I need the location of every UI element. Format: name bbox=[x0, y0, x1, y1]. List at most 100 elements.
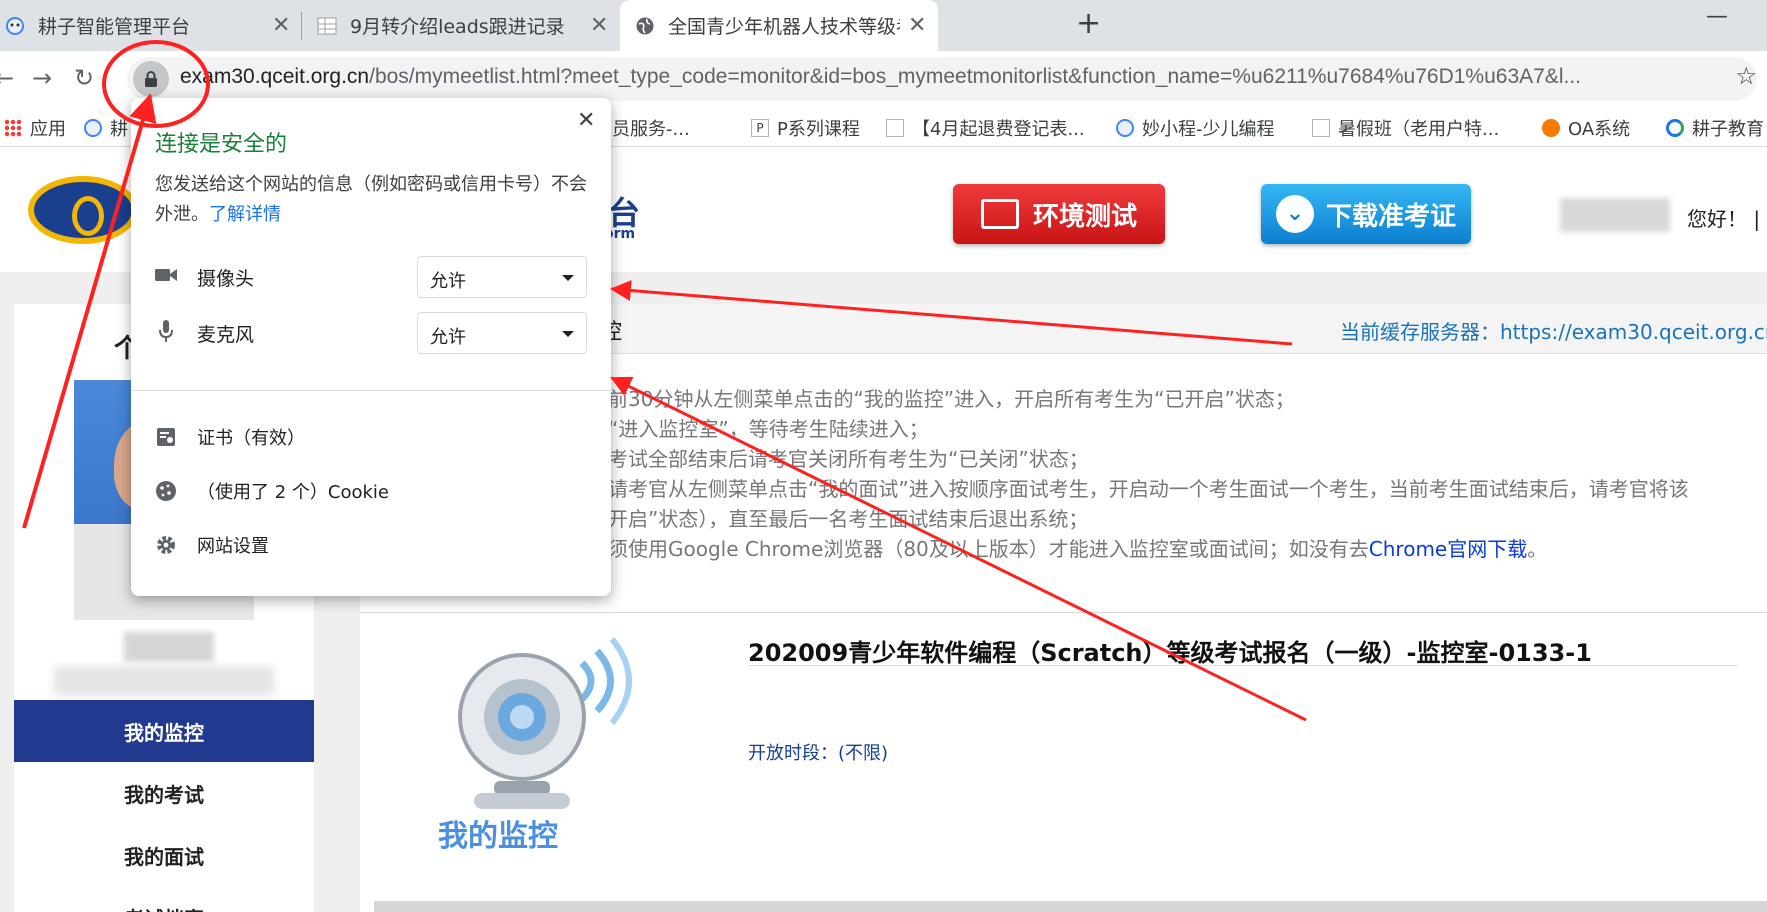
connection-description: 您发送给这个网站的信息（例如密码或信用卡号）不会外泄。了解详情 bbox=[155, 170, 595, 230]
new-tab-button[interactable]: + bbox=[1076, 6, 1101, 41]
download-admission-button[interactable]: ⌄ 下载准考证 bbox=[1261, 184, 1471, 244]
close-icon[interactable]: ✕ bbox=[908, 13, 926, 38]
sidebar-item-label: 我的监控 bbox=[124, 720, 204, 745]
tab-exam-active[interactable]: 全国青少年机器人技术等级考试官 ✕ bbox=[620, 0, 938, 51]
close-icon[interactable]: ✕ bbox=[272, 13, 290, 38]
bookmark-star-icon[interactable]: ☆ bbox=[1735, 62, 1757, 90]
sidebar-item-my-interview[interactable]: 我的面试 bbox=[14, 824, 314, 886]
instruction-line: 开启”状态），直至最后一名考生面试结束后退出系统； bbox=[608, 507, 1089, 531]
room-title[interactable]: 202009青少年软件编程（Scratch）等级考试报名（一级）-监控室-013… bbox=[748, 633, 1592, 668]
monitor-room-card[interactable]: 我的监控 202009青少年软件编程（Scratch）等级考试报名（一级）-监控… bbox=[360, 612, 1767, 912]
cookies-item[interactable]: （使用了 2 个）Cookie bbox=[155, 478, 389, 504]
tab-leads[interactable]: 9月转介绍leads跟进记录 ✕ bbox=[316, 0, 616, 51]
certificate-label: 证书（有效） bbox=[197, 428, 305, 449]
camera-icon bbox=[155, 264, 177, 286]
microphone-icon bbox=[155, 320, 177, 342]
instruction-text: 须使用Google Chrome浏览器（80及以上版本）才能进入监控室或面试间；… bbox=[608, 537, 1369, 561]
tab-title: 耕子智能管理平台 bbox=[38, 16, 191, 38]
apps-icon bbox=[4, 119, 22, 137]
back-arrow-icon[interactable]: ← bbox=[0, 64, 14, 92]
bookmark-oa[interactable]: OA系统 bbox=[1542, 115, 1630, 141]
cache-server-link[interactable]: 当前缓存服务器：https://exam30.qceit.org.cn bbox=[1340, 316, 1767, 345]
camera-label: 摄像头 bbox=[197, 268, 255, 290]
webcam-icon bbox=[458, 637, 632, 809]
sidebar-item-my-monitor[interactable]: 我的监控 bbox=[14, 700, 314, 762]
cookie-icon bbox=[155, 480, 177, 502]
info-redacted bbox=[54, 666, 274, 696]
instructions: 前30分钟从左侧菜单点击的“我的监控”进入，开启所有考生为“已开启”状态； “进… bbox=[608, 384, 1689, 564]
monitor-icon bbox=[980, 199, 1019, 229]
microphone-permission-select[interactable]: 允许 bbox=[417, 312, 587, 354]
p-icon: P bbox=[751, 119, 769, 137]
tab-title: 9月转介绍leads跟进记录 bbox=[350, 16, 565, 38]
greeting-text: 您好！ | bbox=[1687, 207, 1761, 231]
bookmark-label: 耕子教育 bbox=[1692, 119, 1764, 140]
bookmark-refund[interactable]: 【4月起退费登记表... bbox=[886, 115, 1085, 141]
webcam-caption: 我的监控 bbox=[438, 819, 558, 854]
select-value: 允许 bbox=[430, 271, 466, 292]
mascot-icon bbox=[1116, 119, 1134, 137]
sidebar-item-label: 我的面试 bbox=[124, 844, 204, 869]
chevron-down-icon: ⌄ bbox=[1275, 195, 1314, 233]
sidebar-item-exam-archive[interactable]: 考试档案 bbox=[14, 886, 314, 912]
tab-gengzi[interactable]: 耕子智能管理平台 ✕ bbox=[4, 0, 294, 51]
sidebar-item-label: 我的考试 bbox=[124, 782, 204, 807]
url-text[interactable]: exam30.qceit.org.cn/bos/mymeetlist.html?… bbox=[180, 65, 1581, 89]
close-icon[interactable]: ✕ bbox=[590, 13, 608, 38]
bookmark-gengzi-edu[interactable]: 耕子教育 bbox=[1666, 115, 1764, 141]
gear-icon bbox=[155, 534, 177, 556]
download-label: 下载准考证 bbox=[1325, 201, 1456, 232]
sidebar-item-label: 考试档案 bbox=[124, 903, 204, 912]
tab-title: 全国青少年机器人技术等级考试官 bbox=[668, 16, 900, 38]
card-footer bbox=[374, 901, 1767, 912]
bookmark-label: 应用 bbox=[30, 119, 66, 140]
minimize-button[interactable]: — bbox=[1706, 4, 1728, 29]
name-redacted bbox=[124, 632, 214, 662]
chrome-download-link[interactable]: Chrome官网下载 bbox=[1369, 537, 1527, 561]
forward-arrow-icon[interactable]: → bbox=[32, 64, 52, 92]
microphone-label: 麦克风 bbox=[197, 324, 255, 346]
gz-icon bbox=[1666, 119, 1684, 137]
learn-more-link[interactable]: 了解详情 bbox=[209, 204, 281, 225]
open-time: 开放时段：(不限) bbox=[748, 743, 889, 764]
bookmark-geng[interactable]: 耕 bbox=[84, 115, 128, 141]
spreadsheet-icon bbox=[886, 119, 904, 137]
divider bbox=[131, 390, 611, 391]
sidebar-item-my-exam[interactable]: 我的考试 bbox=[14, 762, 314, 824]
mascot-icon bbox=[4, 15, 26, 37]
tab-separator bbox=[301, 12, 302, 40]
select-value: 允许 bbox=[430, 327, 466, 348]
connection-secure-heading: 连接是安全的 bbox=[155, 132, 288, 157]
close-icon[interactable]: ✕ bbox=[577, 108, 595, 133]
spreadsheet-icon bbox=[1312, 119, 1330, 137]
certificate-item[interactable]: 证书（有效） bbox=[155, 424, 305, 450]
spreadsheet-icon bbox=[316, 15, 338, 37]
bookmark-label: OA系统 bbox=[1568, 119, 1631, 140]
bookmark-p-series[interactable]: P P系列课程 bbox=[751, 115, 860, 141]
bookmark-apps[interactable]: 应用 bbox=[4, 115, 66, 141]
lock-icon[interactable] bbox=[133, 61, 169, 97]
address-bar[interactable]: exam30.qceit.org.cn/bos/mymeetlist.html?… bbox=[127, 57, 1757, 101]
bookmark-miaoxiaocheng[interactable]: 妙小程-少儿编程 bbox=[1116, 115, 1275, 141]
instruction-line: “进入监控室”，等待考生陆续进入； bbox=[608, 417, 929, 441]
instruction-suffix: 。 bbox=[1527, 537, 1548, 561]
caret-down-icon bbox=[562, 275, 574, 281]
bookmark-label: 耕 bbox=[110, 119, 128, 140]
bookmark-label: 妙小程-少儿编程 bbox=[1142, 119, 1275, 140]
caret-down-icon bbox=[562, 331, 574, 337]
bookmark-label: P系列课程 bbox=[777, 119, 860, 140]
cookies-label: （使用了 2 个）Cookie bbox=[197, 482, 389, 503]
camera-permission-select[interactable]: 允许 bbox=[417, 256, 587, 298]
bookmark-label: 暑假班（老用户特... bbox=[1338, 119, 1500, 140]
mascot-icon bbox=[84, 119, 102, 137]
site-logo bbox=[28, 176, 138, 244]
url-path: /bos/mymeetlist.html?meet_type_code=moni… bbox=[369, 65, 1581, 88]
env-test-button[interactable]: 环境测试 bbox=[953, 184, 1165, 244]
bookmark-summer[interactable]: 暑假班（老用户特... bbox=[1312, 115, 1499, 141]
certificate-icon bbox=[155, 426, 177, 448]
oa-icon bbox=[1542, 119, 1560, 137]
reload-icon[interactable]: ↻ bbox=[74, 64, 94, 92]
tab-strip: 耕子智能管理平台 ✕ 9月转介绍leads跟进记录 ✕ 全国青少年机器人技术等级… bbox=[0, 0, 1767, 51]
site-settings-item[interactable]: 网站设置 bbox=[155, 532, 269, 558]
instruction-line: 请考官从左侧菜单点击“我的面试”进入按顺序面试考生，开启动一个考生面试一个考生，… bbox=[608, 477, 1689, 501]
